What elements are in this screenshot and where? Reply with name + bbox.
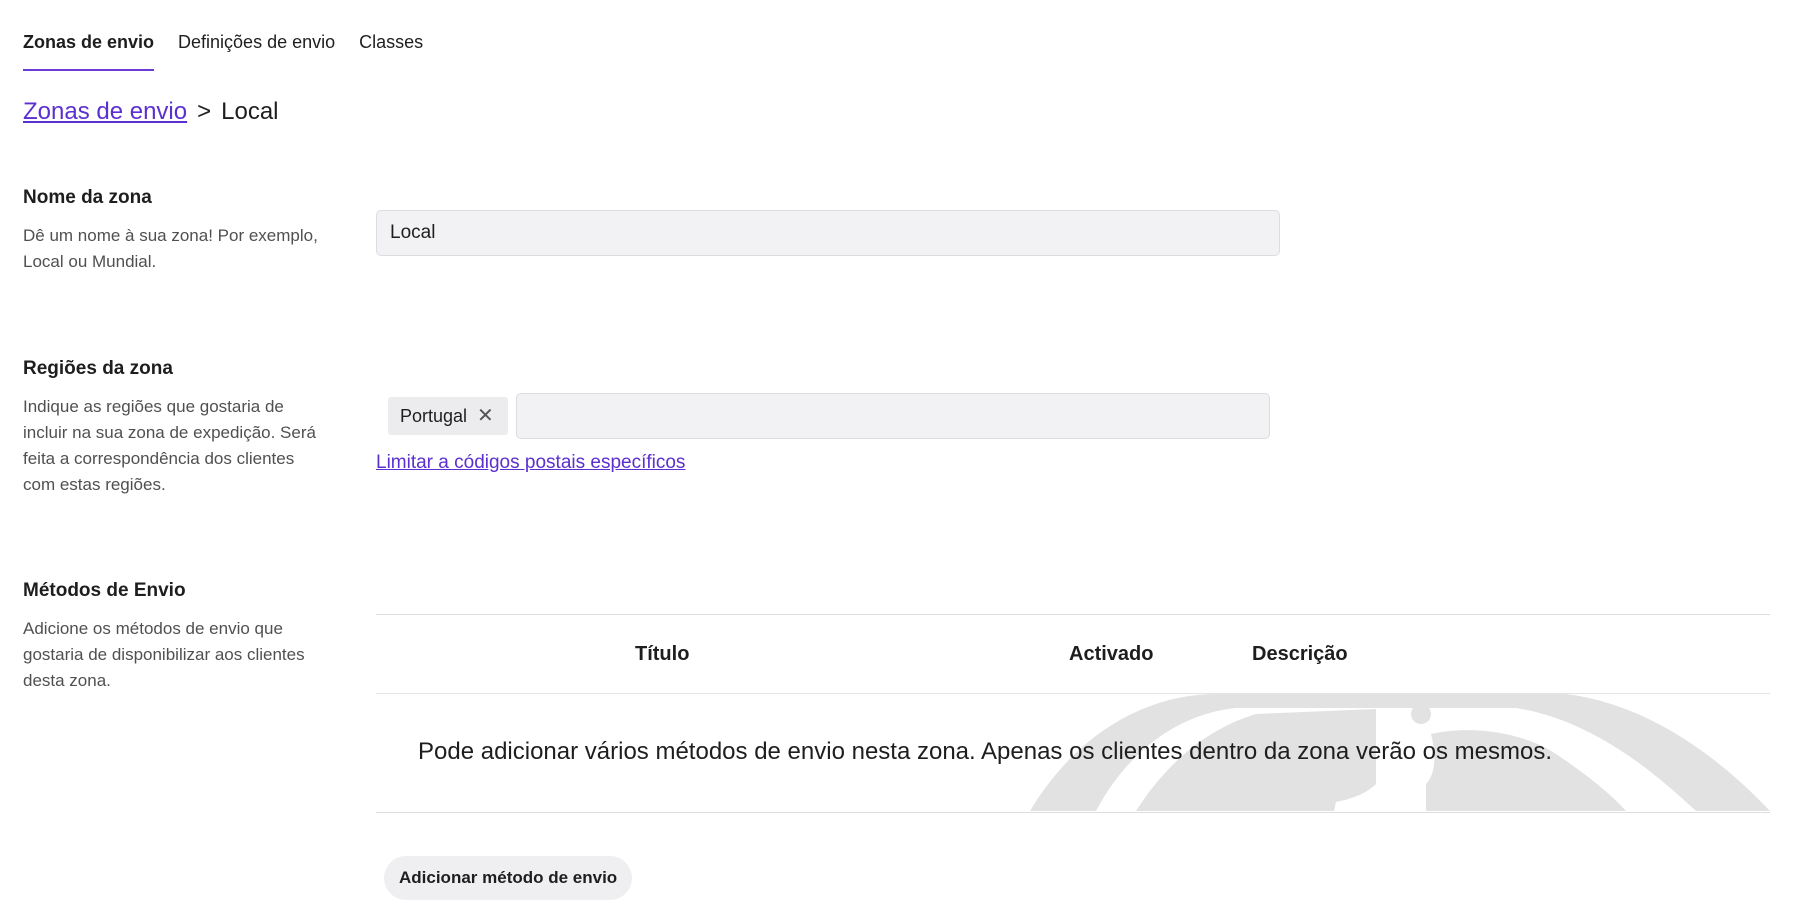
empty-state-message: Pode adicionar vários métodos de envio n…: [418, 738, 1553, 765]
zone-regions-section-info: Regiões da zona Indique as regiões que g…: [23, 358, 323, 498]
zone-name-section-info: Nome da zona Dê um nome à sua zona! Por …: [23, 187, 323, 275]
breadcrumb-separator: >: [197, 98, 212, 125]
add-shipping-method-button[interactable]: Adicionar método de envio: [384, 856, 633, 900]
region-chip: Portugal ✕: [388, 397, 508, 435]
settings-tabs: Zonas de envio Definições de envio Class…: [23, 22, 423, 71]
breadcrumb-current: Local: [221, 98, 279, 125]
zone-name-description: Dê um nome à sua zona! Por exemplo, Loca…: [23, 226, 318, 271]
table-header: Título Activado Descrição: [376, 615, 1770, 694]
column-enabled: Activado: [1069, 643, 1154, 665]
zone-regions-title: Regiões da zona: [23, 358, 173, 379]
column-description: Descrição: [1252, 643, 1348, 665]
remove-region-icon[interactable]: ✕: [477, 406, 494, 426]
zone-name-title: Nome da zona: [23, 187, 152, 208]
limit-postcodes-link[interactable]: Limitar a códigos postais específicos: [376, 452, 685, 474]
shipping-methods-table: Título Activado Descrição Pode adicionar…: [376, 614, 1770, 813]
breadcrumb-shipping-zones-link[interactable]: Zonas de envio: [23, 98, 187, 126]
shipping-zone-page: Zonas de envio Definições de envio Class…: [0, 0, 1801, 910]
zone-regions-input[interactable]: [515, 393, 1270, 439]
tab-shipping-settings[interactable]: Definições de envio: [178, 22, 335, 71]
tab-shipping-zones[interactable]: Zonas de envio: [23, 22, 155, 71]
tab-classes[interactable]: Classes: [359, 22, 423, 71]
shipping-methods-description: Adicione os métodos de envio que gostari…: [23, 619, 305, 690]
breadcrumb: Zonas de envio > Local: [23, 98, 279, 126]
zone-name-input[interactable]: [376, 210, 1280, 256]
zone-regions-description: Indique as regiões que gostaria de inclu…: [23, 397, 316, 494]
zone-regions-field: Portugal ✕: [388, 393, 1270, 439]
column-title: Título: [635, 643, 690, 665]
shipping-methods-section-info: Métodos de Envio Adicione os métodos de …: [23, 580, 323, 694]
shipping-methods-title: Métodos de Envio: [23, 580, 186, 601]
region-chip-label: Portugal: [400, 405, 468, 426]
table-empty-state: Pode adicionar vários métodos de envio n…: [376, 694, 1770, 811]
